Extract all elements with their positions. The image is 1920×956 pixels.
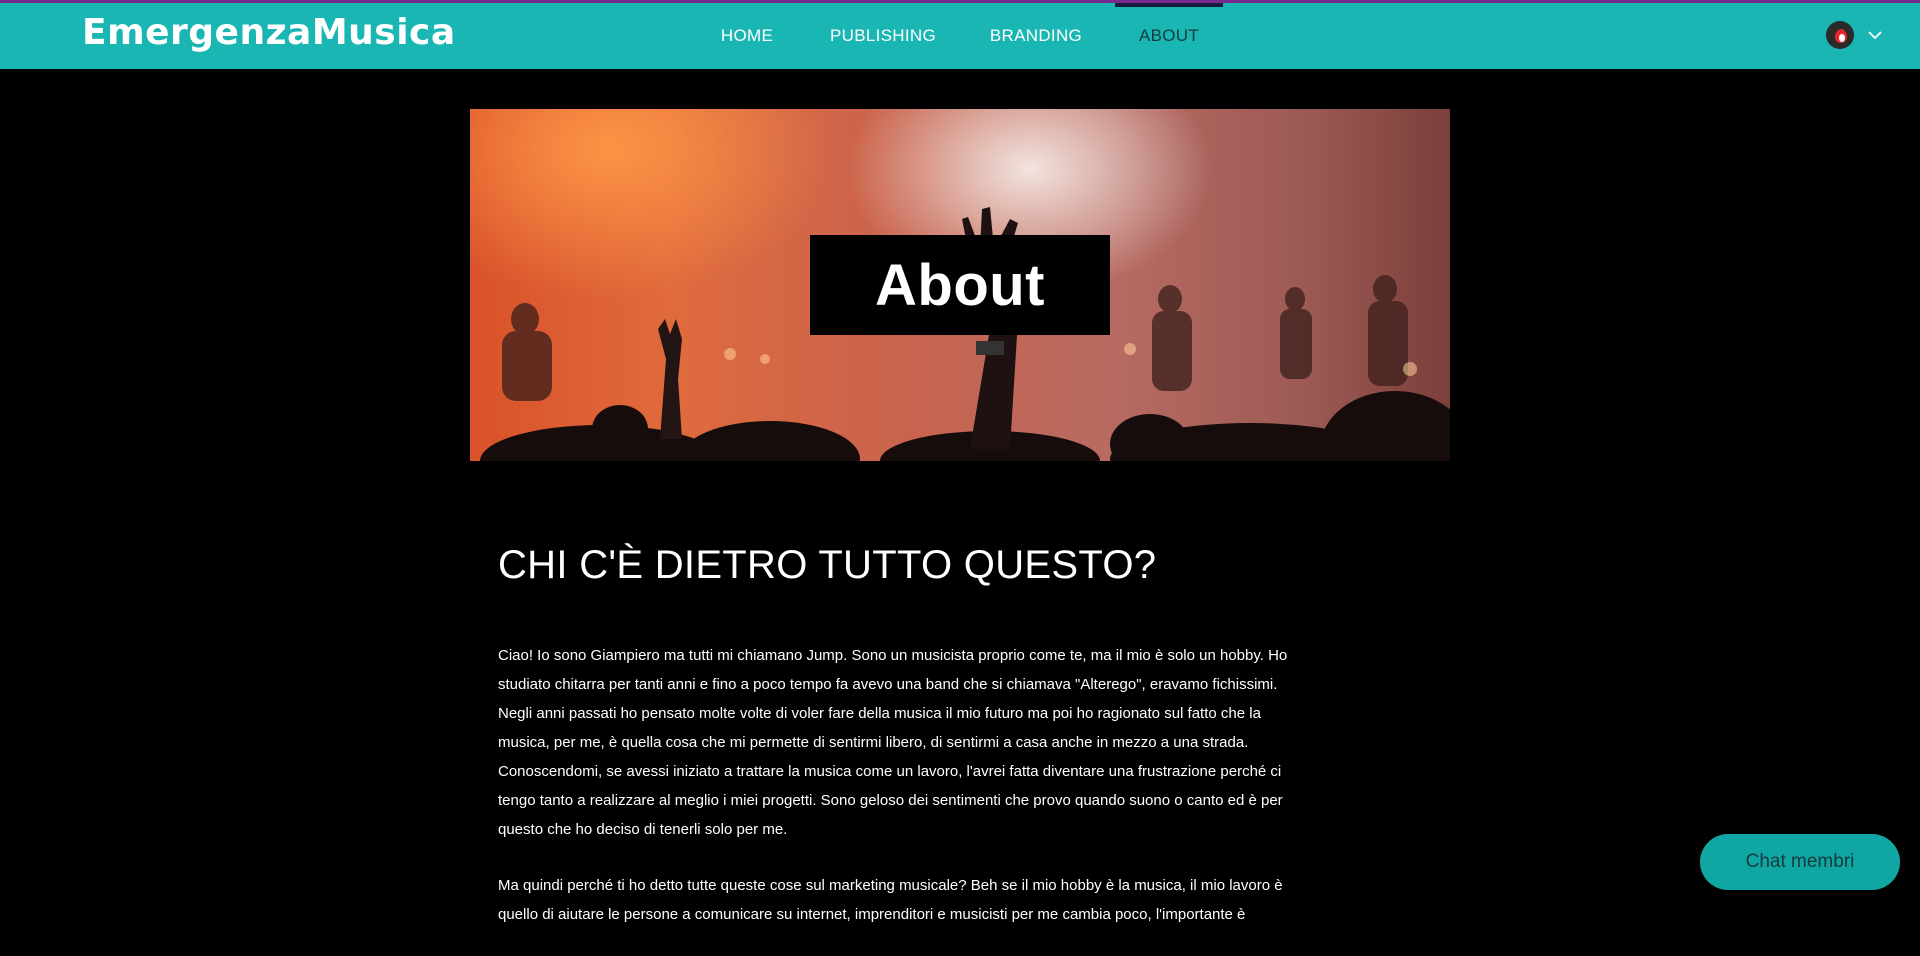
nav-item-publishing[interactable]: PUBLISHING [822, 3, 944, 69]
user-menu[interactable] [1826, 21, 1884, 49]
hero-title: About [875, 252, 1045, 318]
site-header: EmergenzaMusica HOME PUBLISHING BRANDING… [0, 3, 1920, 69]
nav-item-branding[interactable]: BRANDING [981, 3, 1091, 69]
chevron-down-icon[interactable] [1866, 26, 1884, 44]
hero-title-box: About [810, 235, 1110, 335]
section-heading: CHI C'È DIETRO TUTTO QUESTO? [498, 543, 1157, 587]
nav-item-about[interactable]: ABOUT [1115, 3, 1223, 69]
about-body: Ciao! Io sono Giampiero ma tutti mi chia… [498, 641, 1298, 956]
nav-item-home[interactable]: HOME [708, 3, 786, 69]
main-nav: HOME PUBLISHING BRANDING ABOUT [0, 3, 1920, 69]
hero-banner: About [470, 109, 1450, 461]
about-paragraph-1: Ciao! Io sono Giampiero ma tutti mi chia… [498, 647, 1288, 838]
chat-members-button[interactable]: Chat membri [1700, 834, 1900, 890]
about-paragraph-2: Ma quindi perché ti ho detto tutte quest… [498, 877, 1283, 923]
flame-avatar-icon[interactable] [1826, 21, 1854, 49]
